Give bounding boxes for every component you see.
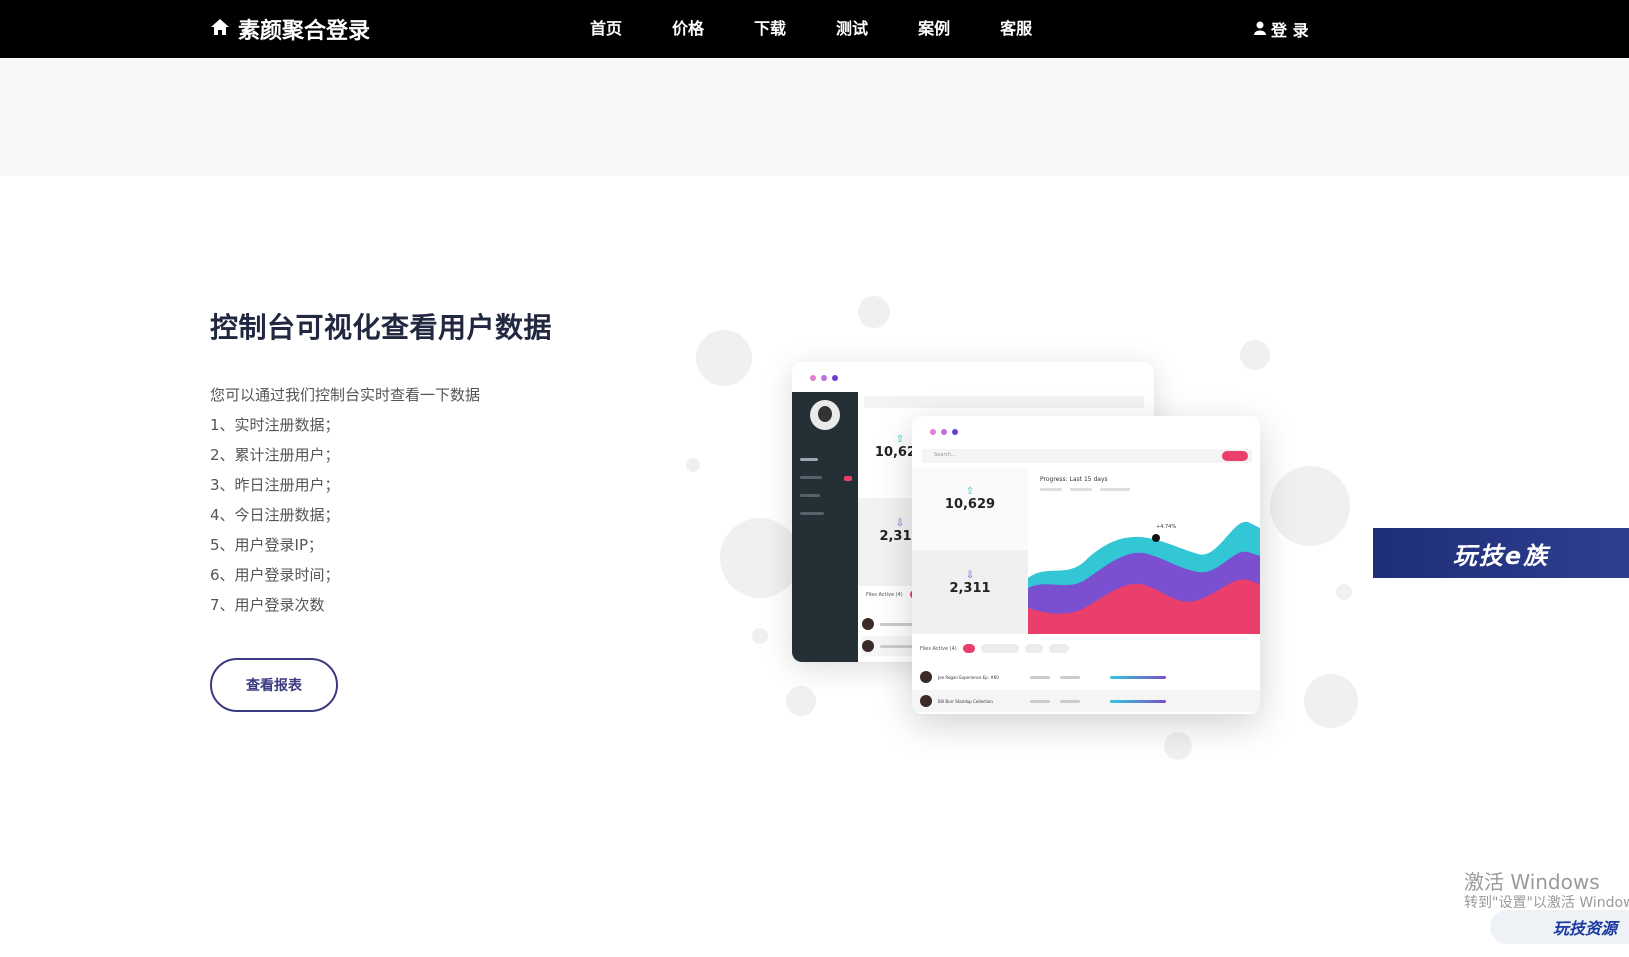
brand-logo[interactable]: 素颜聚合登录 <box>210 12 370 46</box>
upload-icon: ⇧ <box>965 486 975 497</box>
decor-bubble <box>1336 584 1352 600</box>
section-title: 控制台可视化查看用户数据 <box>210 311 553 344</box>
home-icon <box>210 17 230 42</box>
feature-item: 5、用户登录IP； <box>210 536 324 554</box>
feature-intro: 您可以通过我们控制台实时查看一下数据 <box>210 386 481 404</box>
nav-links: 首页 价格 下载 测试 案例 客服 <box>590 0 1082 58</box>
nav-link-download[interactable]: 下载 <box>754 0 786 58</box>
feature-item: 3、昨日注册用户； <box>210 476 340 494</box>
decor-bubble <box>1240 340 1270 370</box>
top-navbar: 素颜聚合登录 首页 价格 下载 测试 案例 客服 登 录 <box>0 0 1629 58</box>
files-active-label: Files Active (4) <box>866 592 903 598</box>
login-label: 登 录 <box>1271 21 1309 40</box>
feature-item: 6、用户登录时间； <box>210 566 340 584</box>
nav-link-test[interactable]: 测试 <box>836 0 868 58</box>
brand-name: 素颜聚合登录 <box>238 19 371 44</box>
avatar <box>810 400 840 430</box>
view-report-button[interactable]: 查看报表 <box>210 658 338 712</box>
back-sidebar <box>792 392 858 662</box>
decor-bubble <box>786 686 816 716</box>
decor-bubble <box>1270 466 1350 546</box>
area-chart-svg <box>1028 521 1260 634</box>
window-dots <box>930 429 958 435</box>
decor-bubble <box>686 458 700 472</box>
decor-bubble <box>1164 732 1192 760</box>
login-link[interactable]: 登 录 <box>1254 18 1309 40</box>
hero-band <box>0 58 1629 176</box>
user-icon <box>1254 20 1266 39</box>
decor-bubble <box>696 330 752 386</box>
feature-item: 2、累计注册用户； <box>210 446 340 464</box>
file-list-row: Bill Burr Standup Collection <box>912 690 1260 712</box>
feature-description: 您可以通过我们控制台实时查看一下数据 1、实时注册数据； 2、累计注册用户； 3… <box>210 380 480 620</box>
dashboard-illustration: ⇧ 10,629 ⇩ 2,311 Files Active (4) Search… <box>680 290 1380 770</box>
decor-bubble <box>858 296 890 328</box>
bottom-corner-badge[interactable]: 玩技资源 <box>1490 910 1629 944</box>
feature-item: 4、今日注册数据； <box>210 506 340 524</box>
decor-bubble <box>720 518 800 598</box>
decor-bubble <box>1304 674 1358 728</box>
chart-peak-label: +4.74% <box>1156 524 1177 530</box>
front-action-pill <box>1222 451 1248 461</box>
area-chart: Progress: Last 15 days +4.74% <box>1028 468 1260 634</box>
nav-link-cases[interactable]: 案例 <box>918 0 950 58</box>
front-stat-card: ⇧ 10,629 <box>912 486 1028 518</box>
file-list-row: Joe Rogan Experience Ep. #60 <box>912 666 1260 688</box>
feature-item: 7、用户登录次数 <box>210 596 325 614</box>
feature-item: 1、实时注册数据； <box>210 416 340 434</box>
search-placeholder: Search... <box>934 452 956 458</box>
side-ad-banner[interactable]: 玩技e族 <box>1373 528 1629 578</box>
front-dashboard-window: Search... ⇧ 10,629 ⇩ 2,311 Progress: Las… <box>912 416 1260 714</box>
download-icon: ⇩ <box>965 570 975 581</box>
back-search-bar <box>864 396 1144 408</box>
nav-link-pricing[interactable]: 价格 <box>672 0 704 58</box>
files-filter-row: Files Active (4) <box>920 644 1069 653</box>
window-dots <box>810 375 838 381</box>
nav-link-home[interactable]: 首页 <box>590 0 622 58</box>
nav-link-support[interactable]: 客服 <box>1000 0 1032 58</box>
front-search-bar: Search... <box>922 449 1252 463</box>
windows-activation-watermark: 激活 Windows 转到"设置"以激活 Windows。 <box>1464 870 1629 911</box>
front-stat-card: ⇩ 2,311 <box>912 570 1028 602</box>
decor-bubble <box>752 628 768 644</box>
